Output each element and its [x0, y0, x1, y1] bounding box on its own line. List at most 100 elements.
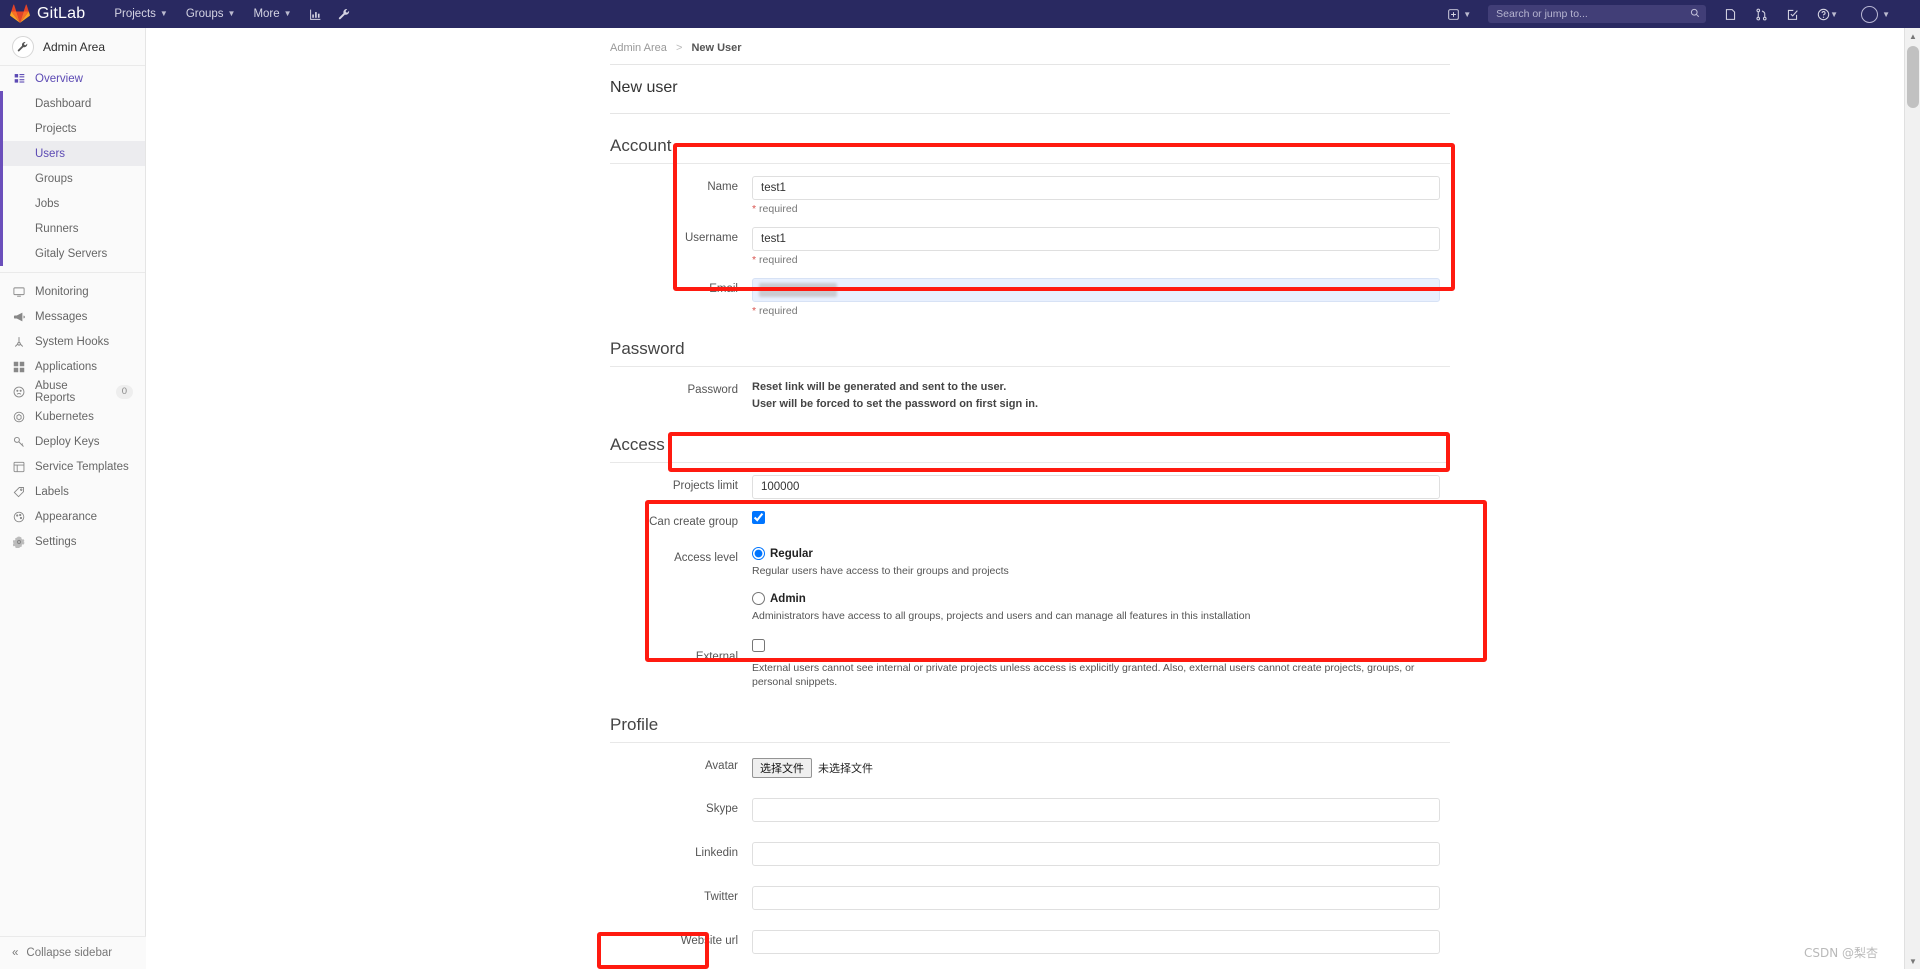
sidebar-item-projects[interactable]: Projects — [0, 116, 145, 141]
scroll-down-arrow-icon[interactable]: ▼ — [1905, 953, 1920, 969]
sidebar-label: Applications — [35, 360, 98, 373]
sidebar-item-deploy-keys[interactable]: Deploy Keys — [0, 429, 145, 454]
avatar-label: Avatar — [704, 760, 738, 772]
access-level-regular-radio[interactable] — [752, 547, 765, 560]
sidebar-item-service-templates[interactable]: Service Templates — [0, 454, 145, 479]
sidebar-label: Service Templates — [35, 460, 129, 473]
sidebar-item-settings[interactable]: Settings — [0, 529, 145, 554]
section-account-title: Account — [610, 136, 1450, 164]
main-content: Admin Area > New User New user Account N… — [146, 28, 1920, 969]
access-level-admin-radio[interactable] — [752, 592, 765, 605]
nav-more[interactable]: More ▼ — [244, 0, 300, 28]
hook-icon — [12, 336, 26, 348]
sidebar-item-gitaly-servers[interactable]: Gitaly Servers — [0, 241, 145, 266]
field-row-linkedin: Linkedin — [610, 842, 1450, 866]
brand-title[interactable]: GitLab — [37, 5, 85, 23]
collapse-sidebar-button[interactable]: « Collapse sidebar — [0, 936, 146, 969]
chevron-down-icon: ▼ — [1463, 9, 1472, 19]
user-menu[interactable]: ▼ — [1848, 0, 1898, 28]
projects-limit-label: Projects limit — [672, 480, 738, 492]
sidebar-item-messages[interactable]: Messages — [0, 304, 145, 329]
field-row-username: Username * required — [610, 227, 1450, 266]
sidebar-label: Dashboard — [35, 97, 92, 110]
admin-wrench-icon[interactable] — [330, 0, 359, 28]
sidebar-item-runners[interactable]: Runners — [0, 216, 145, 241]
global-search[interactable] — [1488, 5, 1707, 23]
analytics-icon[interactable] — [301, 0, 330, 28]
email-required-note: * required — [752, 305, 1450, 317]
sidebar-item-system-hooks[interactable]: System Hooks — [0, 329, 145, 354]
applications-grid-icon — [12, 361, 26, 373]
email-input[interactable] — [752, 278, 1440, 302]
megaphone-icon — [12, 311, 26, 323]
nav-groups[interactable]: Groups ▼ — [177, 0, 245, 28]
website-url-input[interactable] — [752, 930, 1440, 954]
username-required-note: * required — [752, 254, 1450, 266]
sidebar-item-appearance[interactable]: Appearance — [0, 504, 145, 529]
sidebar-item-monitoring[interactable]: Monitoring — [0, 279, 145, 304]
todos-checkmark-icon[interactable] — [1778, 0, 1807, 28]
sidebar-label: Groups — [35, 172, 73, 185]
nav-more-label: More — [253, 8, 280, 20]
required-asterisk: * — [752, 254, 757, 266]
sidebar-divider — [0, 272, 145, 273]
help-dropdown[interactable]: ▼ — [1809, 0, 1846, 28]
nav-groups-label: Groups — [185, 8, 224, 20]
field-row-projects-limit: Projects limit — [610, 475, 1450, 499]
plus-square-icon — [1448, 8, 1460, 20]
search-input[interactable] — [1494, 7, 1701, 21]
name-label: Name — [707, 181, 738, 193]
sidebar-item-jobs[interactable]: Jobs — [0, 191, 145, 216]
website-url-label: Website url — [680, 935, 738, 947]
skype-input[interactable] — [752, 798, 1440, 822]
username-label: Username — [684, 232, 738, 244]
new-item-dropdown[interactable]: ▼ — [1441, 8, 1478, 20]
name-required-note: * required — [752, 203, 1450, 215]
search-icon — [1690, 5, 1700, 23]
section-password-title: Password — [610, 339, 1450, 367]
sidebar-item-applications[interactable]: Applications — [0, 354, 145, 379]
sidebar-item-dashboard[interactable]: Dashboard — [0, 91, 145, 116]
projects-limit-input[interactable] — [752, 475, 1440, 499]
avatar-choose-file-button[interactable]: 选择文件 — [752, 758, 812, 778]
name-input[interactable] — [752, 176, 1440, 200]
sidebar-label: Kubernetes — [35, 410, 94, 423]
sidebar-item-overview[interactable]: Overview — [0, 66, 145, 91]
chevron-down-icon: ▼ — [227, 9, 236, 18]
chevron-down-icon: ▼ — [283, 9, 292, 18]
linkedin-input[interactable] — [752, 842, 1440, 866]
avatar-file-status: 未选择文件 — [818, 763, 873, 775]
sidebar-overview-submenu: Dashboard Projects Users Groups Jobs Run… — [0, 91, 145, 266]
scroll-up-arrow-icon[interactable]: ▲ — [1905, 28, 1920, 44]
sidebar-item-abuse-reports[interactable]: Abuse Reports 0 — [0, 379, 145, 404]
issues-icon[interactable] — [1716, 0, 1745, 28]
field-row-name: Name * required — [610, 176, 1450, 215]
scrollbar-thumb[interactable] — [1907, 46, 1919, 108]
field-row-access-level: Access level Regular Regular users have … — [610, 547, 1450, 623]
access-level-regular-option[interactable]: Regular — [752, 547, 1450, 560]
sidebar-item-kubernetes[interactable]: Kubernetes — [0, 404, 145, 429]
sidebar-item-labels[interactable]: Labels — [0, 479, 145, 504]
access-level-admin-option[interactable]: Admin — [752, 592, 1450, 605]
can-create-group-checkbox[interactable] — [752, 511, 765, 524]
nav-projects[interactable]: Projects ▼ — [105, 0, 176, 28]
page-scrollbar[interactable]: ▲ ▼ — [1904, 28, 1920, 969]
merge-request-icon[interactable] — [1747, 0, 1776, 28]
breadcrumb-separator: > — [675, 42, 683, 54]
sidebar-label: Labels — [35, 485, 69, 498]
sidebar-item-users[interactable]: Users — [0, 141, 145, 166]
double-chevron-left-icon: « — [12, 947, 19, 959]
external-checkbox[interactable] — [752, 639, 765, 652]
gitlab-logo-icon[interactable] — [10, 4, 30, 24]
username-input[interactable] — [752, 227, 1440, 251]
sidebar-item-groups[interactable]: Groups — [0, 166, 145, 191]
access-level-admin-desc: Administrators have access to all groups… — [752, 610, 1251, 622]
gear-icon — [12, 536, 26, 548]
abuse-face-icon — [12, 386, 26, 398]
breadcrumb-root[interactable]: Admin Area — [610, 42, 667, 54]
twitter-label: Twitter — [704, 891, 738, 903]
sidebar-label: Users — [35, 147, 66, 160]
sidebar-header[interactable]: Admin Area — [0, 28, 145, 66]
twitter-input[interactable] — [752, 886, 1440, 910]
access-level-admin-label: Admin — [770, 592, 806, 605]
